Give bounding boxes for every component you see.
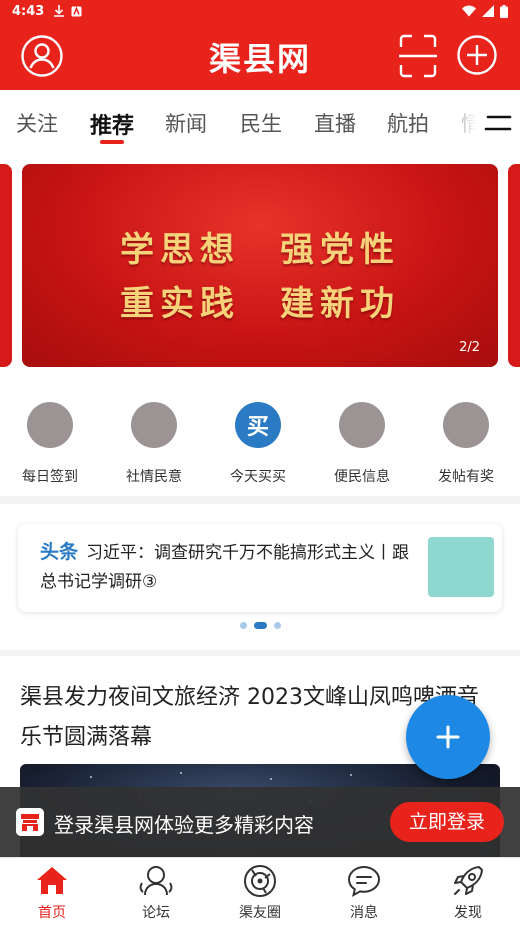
banner-slide[interactable]: 学思想 强党性 重实践 建新功 2/2 [22,164,498,367]
compose-fab[interactable] [406,695,490,779]
headline-text-block: 头条 习近平：调查研究千万不能搞形式主义丨跟总书记学调研③ [40,538,420,597]
quick-link-label: 每日签到 [22,469,78,485]
app-header: 渠县网 [0,22,520,90]
banner-line-1: 学思想 强党性 [120,230,400,270]
quick-link-public-opinion[interactable]: 社情民意 [102,402,206,486]
shopping-icon: 买 [235,402,281,448]
quick-link-post-reward[interactable]: 发帖有奖 [414,402,518,486]
tab-follow[interactable]: 关注 [16,108,58,138]
quick-link-convenience-info[interactable]: 便民信息 [310,402,414,486]
message-icon [347,865,381,897]
post-reward-icon [443,402,489,448]
status-notification-icons [54,5,82,17]
quick-link-label: 社情民意 [126,469,182,485]
banner-carousel: 学思想 强党性 重实践 建新功 2/2 [0,154,520,380]
discover-icon [454,866,483,895]
app-notification-icon [71,6,82,16]
quick-links: 每日签到 社情民意 买 今天买买 便民信息 发帖有奖 [0,380,520,496]
home-icon [37,867,67,894]
nav-label: 论坛 [142,905,170,921]
nav-messages[interactable]: 消息 [312,863,416,922]
wifi-icon [462,5,476,17]
nav-discover[interactable]: 发现 [416,863,520,922]
quick-link-shopping[interactable]: 买 今天买买 [206,402,310,486]
moments-icon [244,865,276,897]
battery-icon [500,4,508,18]
quick-link-checkin[interactable]: 每日签到 [0,402,102,486]
bottom-navigation: 首页 论坛 渠友圈 消息 发现 [0,857,520,926]
forum-icon [139,866,173,896]
headline-thumbnail [428,537,494,597]
banner-next-peek[interactable] [508,164,520,367]
add-circle-icon[interactable] [456,34,498,76]
signal-icon [482,5,494,17]
status-bar: 4:43 [0,0,520,22]
tab-recommend[interactable]: 推荐 [90,108,134,140]
nav-label: 发现 [454,905,482,921]
plus-icon [436,725,460,749]
pager-dot[interactable] [239,622,247,629]
login-prompt-text: 登录渠县网体验更多精彩内容 [54,813,314,837]
headline-card[interactable]: 头条 习近平：调查研究千万不能搞形式主义丨跟总书记学调研③ [18,524,502,612]
nav-moments[interactable]: 渠友圈 [208,863,312,922]
tab-live[interactable]: 直播 [314,108,356,138]
headline-section: 头条 习近平：调查研究千万不能搞形式主义丨跟总书记学调研③ [0,504,520,650]
tabs-menu-icon[interactable] [484,114,512,132]
nav-label: 消息 [350,905,378,921]
nav-forum[interactable]: 论坛 [104,863,208,922]
nav-label: 首页 [38,905,66,921]
pager-dot-active[interactable] [253,622,267,629]
nav-label: 渠友圈 [239,905,281,921]
headline-tag: 头条 [40,541,79,563]
checkin-icon [27,402,73,448]
login-button[interactable]: 立即登录 [390,802,504,842]
quick-link-label: 今天买买 [230,469,286,485]
category-tabs: 关注 推荐 新闻 民生 直播 航拍 情 [0,90,520,154]
status-time: 4:43 [12,3,45,19]
quick-link-label: 发帖有奖 [438,469,494,485]
headline-pager [0,622,520,629]
login-prompt-bar: 登录渠县网体验更多精彩内容 立即登录 [0,787,520,857]
banner-line-2: 重实践 建新功 [120,284,400,324]
active-tab-indicator [100,140,124,144]
banner-prev-peek[interactable] [0,164,12,367]
nav-home[interactable]: 首页 [0,863,104,922]
quick-link-label: 便民信息 [334,469,390,485]
tab-aerial[interactable]: 航拍 [387,108,429,138]
pager-dot[interactable] [273,622,281,629]
app-logo-icon [16,808,44,836]
tab-news[interactable]: 新闻 [165,108,207,138]
headline-title: 习近平：调查研究千万不能搞形式主义丨跟总书记学调研③ [40,543,410,592]
download-icon [54,5,65,17]
scan-icon[interactable] [398,34,438,78]
brand-logo: 渠县网 [208,40,311,78]
tab-livelihood[interactable]: 民生 [240,108,282,138]
banner-counter: 2/2 [459,340,480,355]
public-opinion-icon [131,402,177,448]
convenience-info-icon [339,402,385,448]
